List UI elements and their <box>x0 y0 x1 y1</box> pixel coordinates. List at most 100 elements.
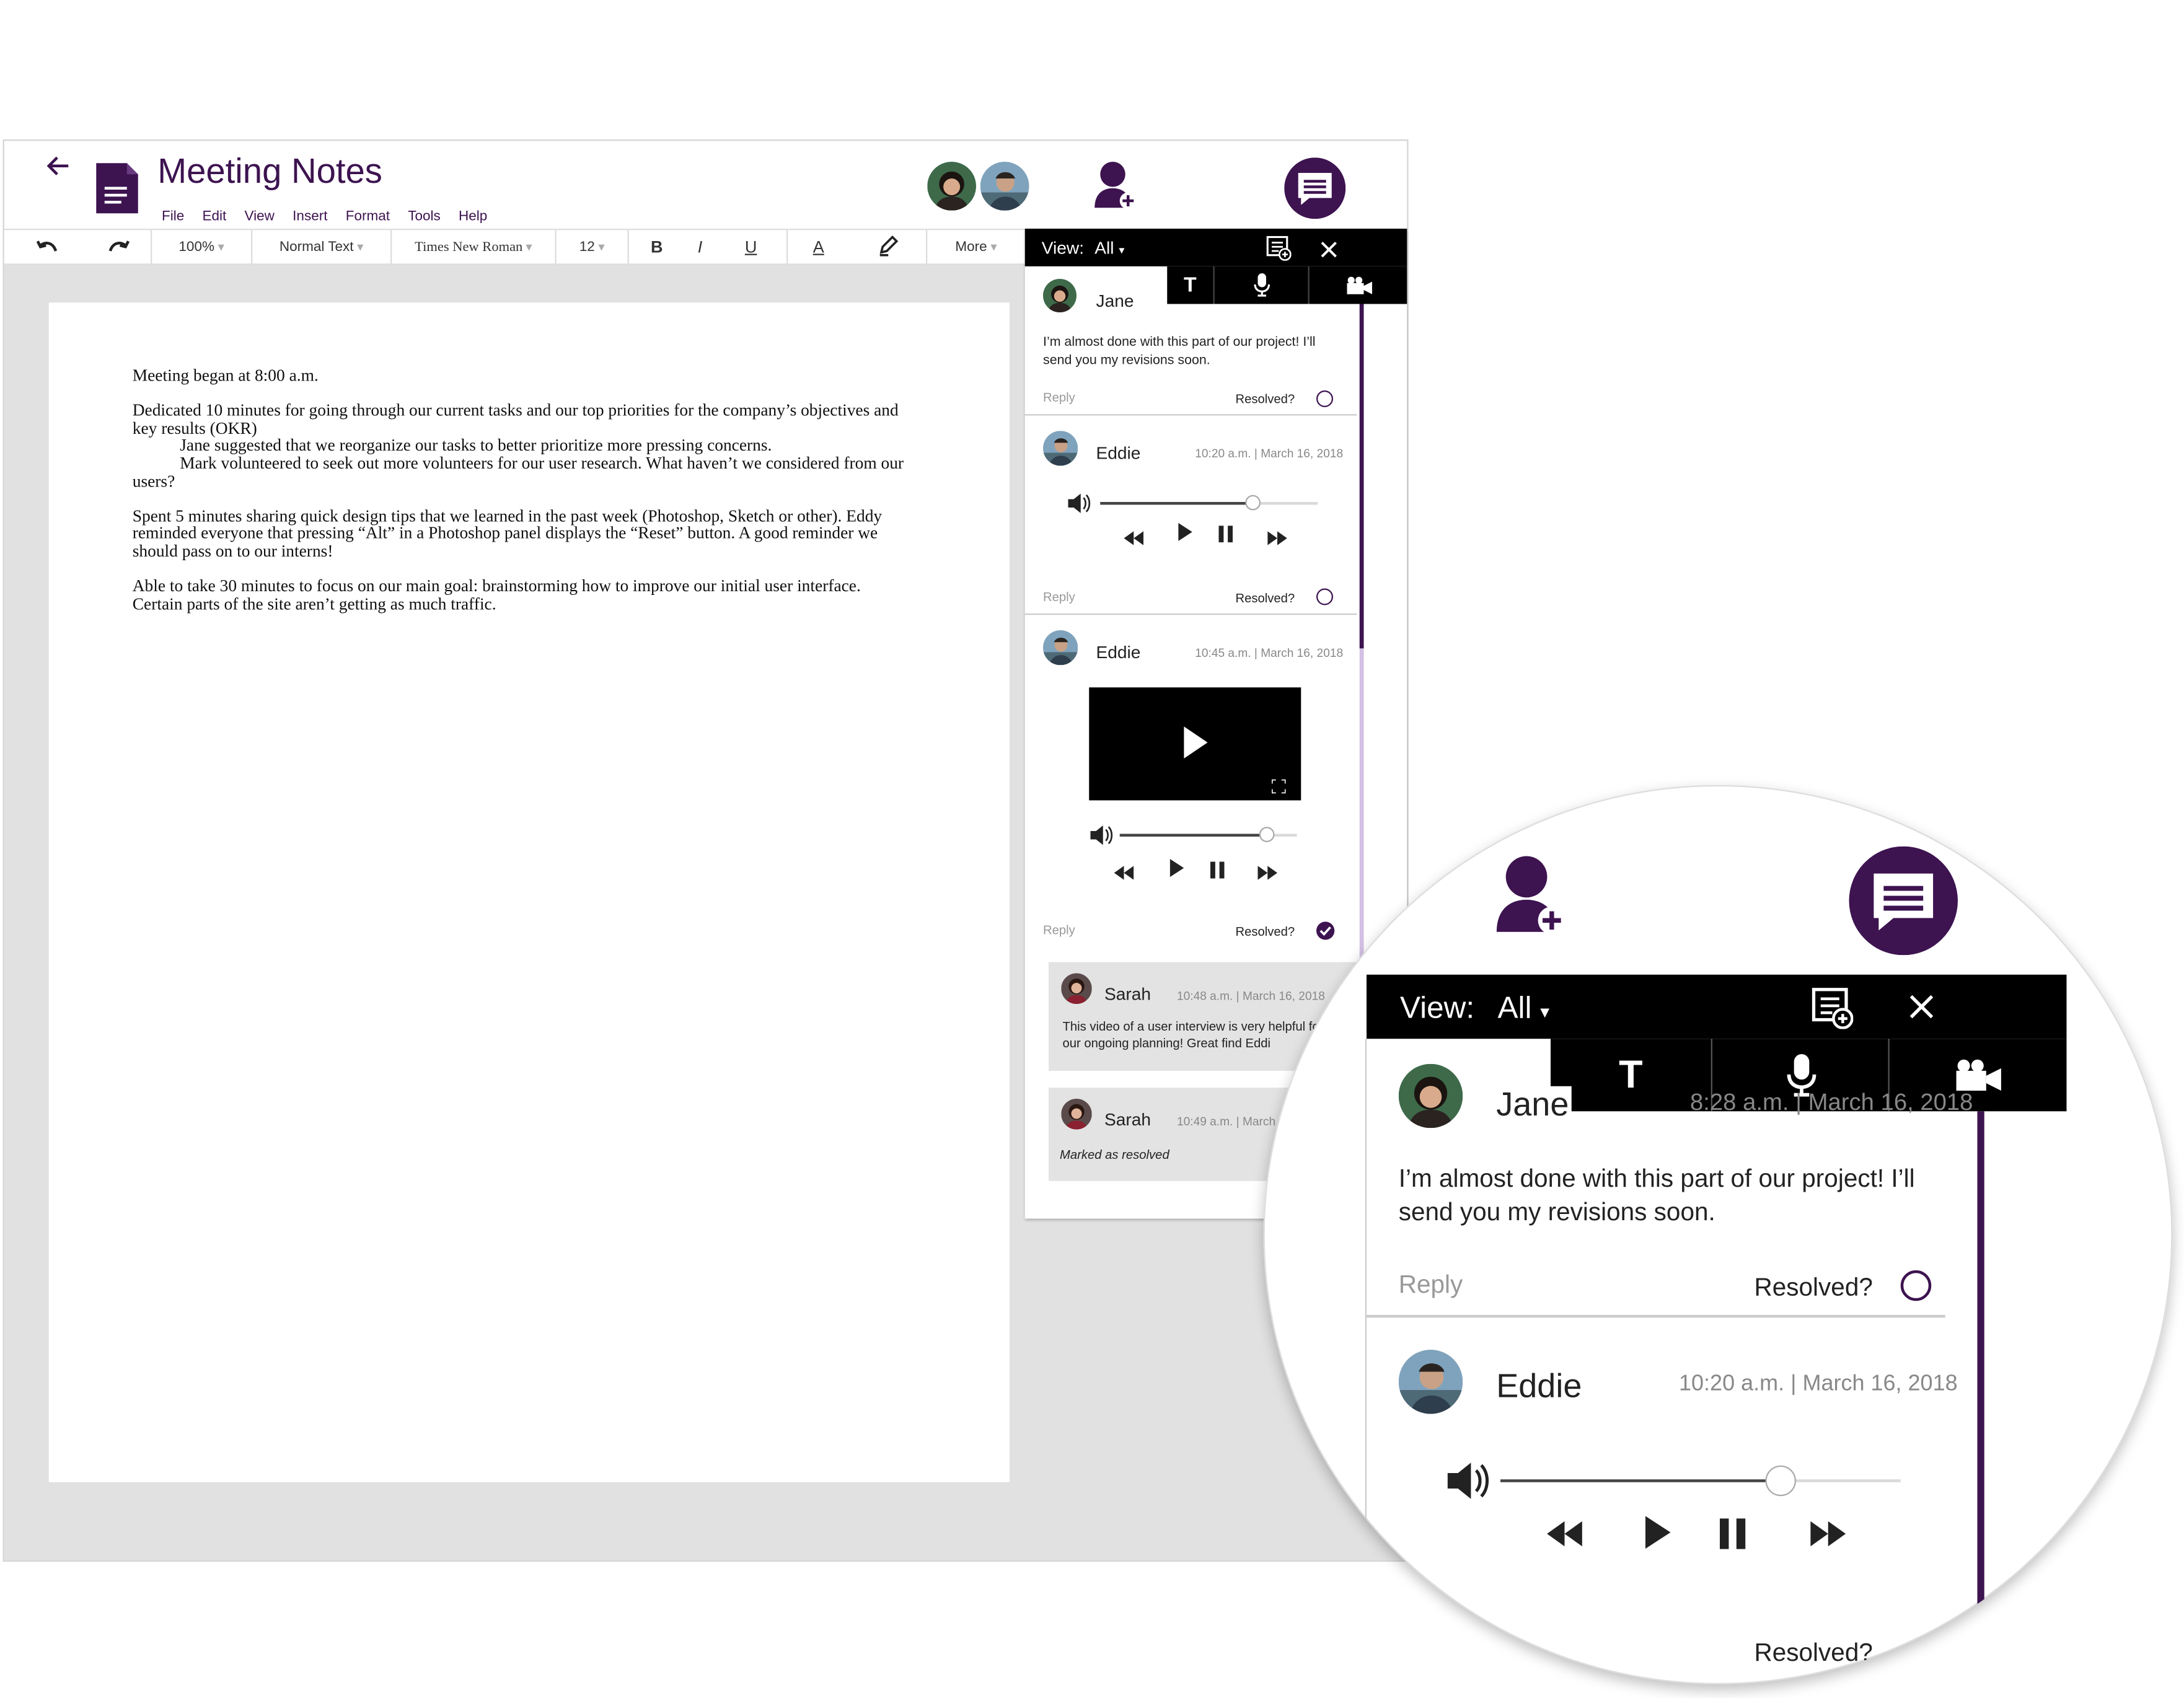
highlight-pen-icon[interactable] <box>849 230 928 264</box>
audio-scrubber-knob[interactable] <box>1765 1465 1796 1497</box>
volume-icon[interactable] <box>1445 1463 1492 1506</box>
doc-paragraph: Meeting began at 8:00 a.m. <box>132 365 319 385</box>
resolved-checkbox[interactable] <box>1316 588 1333 605</box>
menu-bar: File Edit View Insert Format Tools Help <box>162 202 506 227</box>
fast-forward-icon[interactable] <box>1257 862 1277 887</box>
italic-button[interactable]: I <box>685 230 716 263</box>
reply-link[interactable]: Reply <box>1399 1270 1463 1300</box>
menu-tools[interactable]: Tools <box>408 209 441 225</box>
comment-timestamp: 10:45 a.m. | March 16, 2018 <box>1195 645 1344 660</box>
comments-toggle-icon[interactable] <box>1284 157 1346 219</box>
zoom-select[interactable]: 100% <box>152 230 253 264</box>
audio-progress-fill <box>1500 1479 1781 1482</box>
resolved-checked-icon[interactable] <box>1316 922 1335 940</box>
avatar-eddie[interactable] <box>980 162 1029 211</box>
comment-author: Eddie <box>1096 643 1141 662</box>
resolved-label: Resolved? <box>1754 1638 1873 1666</box>
menu-file[interactable]: File <box>162 209 184 225</box>
underline-button[interactable]: U <box>715 230 788 264</box>
view-label: View: <box>1400 990 1475 1025</box>
document-icon <box>90 157 141 216</box>
reply-timestamp: 10:48 a.m. | March 16, 2018 <box>1177 988 1325 1003</box>
avatar-jane <box>1398 1063 1463 1128</box>
style-select[interactable]: Normal Text <box>252 230 392 264</box>
reply-link[interactable]: Reply <box>1043 923 1075 938</box>
text-color-button[interactable]: A <box>788 230 849 263</box>
back-arrow-icon[interactable] <box>46 155 71 177</box>
view-filter-select[interactable]: All ▾ <box>1094 239 1124 258</box>
resolved-checkbox[interactable] <box>1316 390 1333 407</box>
font-size-select[interactable]: 12 <box>557 230 629 264</box>
video-player[interactable] <box>1089 687 1301 801</box>
pause-icon[interactable] <box>1210 860 1225 886</box>
redo-button[interactable] <box>88 230 152 264</box>
reply-text: Marked as resolved <box>1060 1147 1169 1162</box>
avatar <box>1043 279 1077 312</box>
menu-help[interactable]: Help <box>459 209 487 225</box>
reply-link[interactable]: Reply <box>1043 390 1075 405</box>
menu-edit[interactable]: Edit <box>203 209 227 225</box>
menu-insert[interactable]: Insert <box>293 209 327 225</box>
undo-button[interactable] <box>4 230 88 263</box>
resolved-label: Resolved? <box>1754 1273 1873 1301</box>
play-icon[interactable] <box>1184 726 1208 765</box>
pause-icon[interactable] <box>1719 1518 1746 1556</box>
volume-icon[interactable] <box>1067 493 1092 513</box>
avatar <box>1061 973 1092 1004</box>
pause-icon[interactable] <box>1218 524 1233 550</box>
volume-icon[interactable] <box>1089 825 1114 845</box>
audio-progress-fill <box>1100 502 1253 505</box>
reply-link[interactable]: Reply <box>1043 590 1075 604</box>
add-user-icon[interactable] <box>1092 161 1140 211</box>
more-menu[interactable]: More <box>927 230 1025 263</box>
font-select[interactable]: Times New Roman <box>392 230 557 264</box>
fullscreen-icon[interactable] <box>1270 775 1287 801</box>
audio-scrubber-knob[interactable] <box>1244 495 1261 511</box>
text-comment-button[interactable]: T <box>1551 1039 1712 1112</box>
fast-forward-icon[interactable] <box>1810 1521 1847 1554</box>
document-page[interactable]: Meeting began at 8:00 a.m. Dedicated 10 … <box>48 302 1010 1482</box>
play-icon[interactable] <box>1169 859 1184 884</box>
comment-divider <box>1367 1314 1945 1318</box>
resolved-checkbox[interactable] <box>1900 1270 1932 1301</box>
comment-timestamp: 10:20 a.m. | March 16, 2018 <box>1679 1372 1958 1396</box>
add-comment-icon[interactable] <box>1812 987 1854 1029</box>
fast-forward-icon[interactable] <box>1267 527 1287 553</box>
doc-indent-line: Jane suggested that we reorganize our ta… <box>180 435 772 455</box>
avatar <box>1061 1099 1092 1130</box>
video-scrubber-knob[interactable] <box>1259 827 1275 842</box>
menu-view[interactable]: View <box>245 209 275 225</box>
rewind-icon[interactable] <box>1114 862 1134 887</box>
comment-card: Eddie 10:45 a.m. | March 16, 2018 Reply … <box>1025 615 1378 1181</box>
comments-toggle-icon[interactable] <box>1849 846 1958 956</box>
document-body[interactable]: Meeting began at 8:00 a.m. Dedicated 10 … <box>133 367 914 630</box>
bold-button[interactable]: B <box>629 230 685 263</box>
avatar-jane[interactable] <box>927 162 976 211</box>
add-user-icon[interactable] <box>1492 852 1570 939</box>
comment-text: I’m almost done with this part of our pr… <box>1043 335 1316 368</box>
formatting-toolbar: 100% Normal Text Times New Roman 12 B I … <box>4 229 1025 265</box>
rewind-icon[interactable] <box>1124 527 1143 553</box>
close-icon[interactable] <box>1321 240 1337 258</box>
doc-paragraph: Able to take 30 minutes to focus on our … <box>132 576 861 614</box>
menu-format[interactable]: Format <box>346 209 390 225</box>
zoom-comments-header: View: All ▾ <box>1367 974 2067 1039</box>
view-filter-select[interactable]: All ▾ <box>1498 990 1549 1027</box>
doc-paragraph: Spent 5 minutes sharing quick design tip… <box>132 506 883 561</box>
scrollbar-thumb[interactable] <box>1977 1111 1984 1684</box>
rewind-icon[interactable] <box>1546 1521 1583 1554</box>
close-icon[interactable] <box>1909 994 1934 1019</box>
comment-timestamp: 10:20 a.m. | March 16, 2018 <box>1195 446 1344 460</box>
comment-author: Eddie <box>1096 443 1141 464</box>
play-icon[interactable] <box>1178 522 1192 548</box>
document-title[interactable]: Meeting Notes <box>157 152 382 192</box>
comment-text: I’m almost done with this part of our pr… <box>1398 1164 1915 1226</box>
comment-author: Jane <box>1496 1086 1572 1125</box>
comment-author: Eddie <box>1496 1368 1582 1405</box>
resolved-label: Resolved? <box>1235 591 1295 605</box>
avatar-eddie <box>1398 1350 1463 1414</box>
comment-author: Jane <box>1096 291 1134 311</box>
add-comment-icon[interactable] <box>1266 235 1292 261</box>
scrollbar-thumb[interactable] <box>1359 304 1364 649</box>
play-icon[interactable] <box>1645 1516 1671 1556</box>
